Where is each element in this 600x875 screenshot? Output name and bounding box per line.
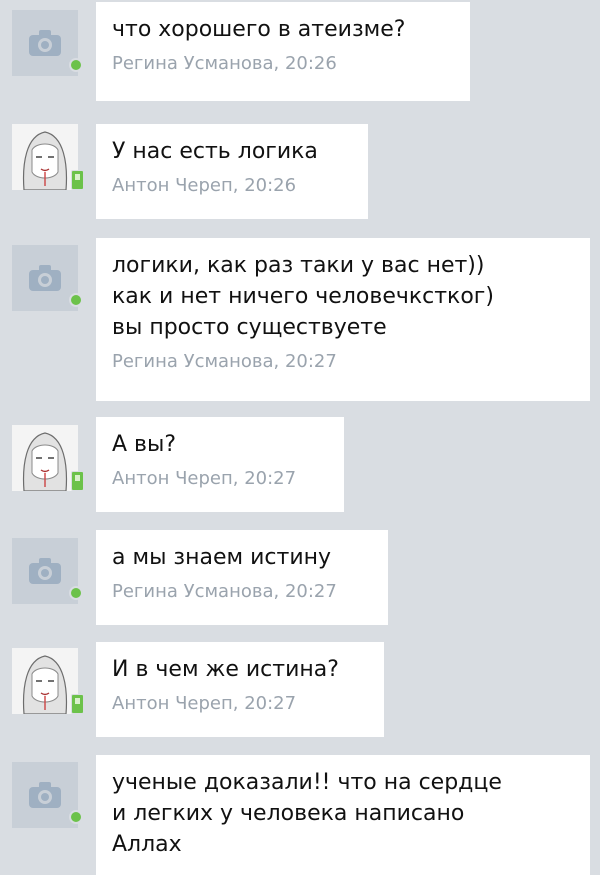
message-text: ученые доказали!! что на сердце и легких… (112, 770, 502, 857)
message-text: И в чем же истина? (112, 657, 339, 682)
avatar[interactable] (12, 245, 83, 311)
avatar[interactable] (12, 538, 83, 604)
message-bubble[interactable]: что хорошего в атеизме? Регина Усманова,… (96, 2, 470, 101)
mobile-status-icon (71, 471, 84, 491)
user-photo (12, 425, 78, 491)
user-photo (12, 124, 78, 190)
message-meta: Регина Усманова, 20:27 (112, 351, 337, 372)
message-text: логики, как раз таки у вас нет)) как и н… (112, 253, 494, 340)
message-text: У нас есть логика (112, 139, 318, 164)
mobile-status-icon (71, 694, 84, 714)
message-bubble[interactable]: У нас есть логика Антон Череп, 20:26 (96, 124, 368, 219)
avatar[interactable] (12, 762, 83, 828)
message-bubble[interactable]: И в чем же истина? Антон Череп, 20:27 (96, 642, 384, 737)
message-bubble[interactable]: А вы? Антон Череп, 20:27 (96, 417, 344, 512)
avatar[interactable] (12, 10, 83, 76)
message-meta: Антон Череп, 20:27 (112, 693, 297, 714)
user-photo (12, 648, 78, 714)
online-status-icon (69, 293, 83, 307)
online-status-icon (69, 586, 83, 600)
online-status-icon (69, 58, 83, 72)
mobile-status-icon (71, 170, 84, 190)
avatar[interactable] (12, 648, 84, 714)
message-meta: Антон Череп, 20:27 (112, 468, 297, 489)
message-text: а мы знаем истину (112, 545, 332, 570)
message-meta: Регина Усманова, 20:26 (112, 53, 337, 74)
avatar[interactable] (12, 425, 84, 491)
message-text: А вы? (112, 432, 177, 457)
online-status-icon (69, 810, 83, 824)
message-bubble[interactable]: логики, как раз таки у вас нет)) как и н… (96, 238, 590, 401)
message-bubble[interactable]: а мы знаем истину Регина Усманова, 20:27 (96, 530, 388, 625)
message-meta: Антон Череп, 20:26 (112, 175, 297, 196)
chat-history: что хорошего в атеизме? Регина Усманова,… (0, 0, 600, 875)
message-bubble[interactable]: ученые доказали!! что на сердце и легких… (96, 755, 590, 875)
message-meta: Регина Усманова, 20:27 (112, 581, 337, 602)
avatar[interactable] (12, 124, 84, 190)
message-text: что хорошего в атеизме? (112, 17, 406, 42)
